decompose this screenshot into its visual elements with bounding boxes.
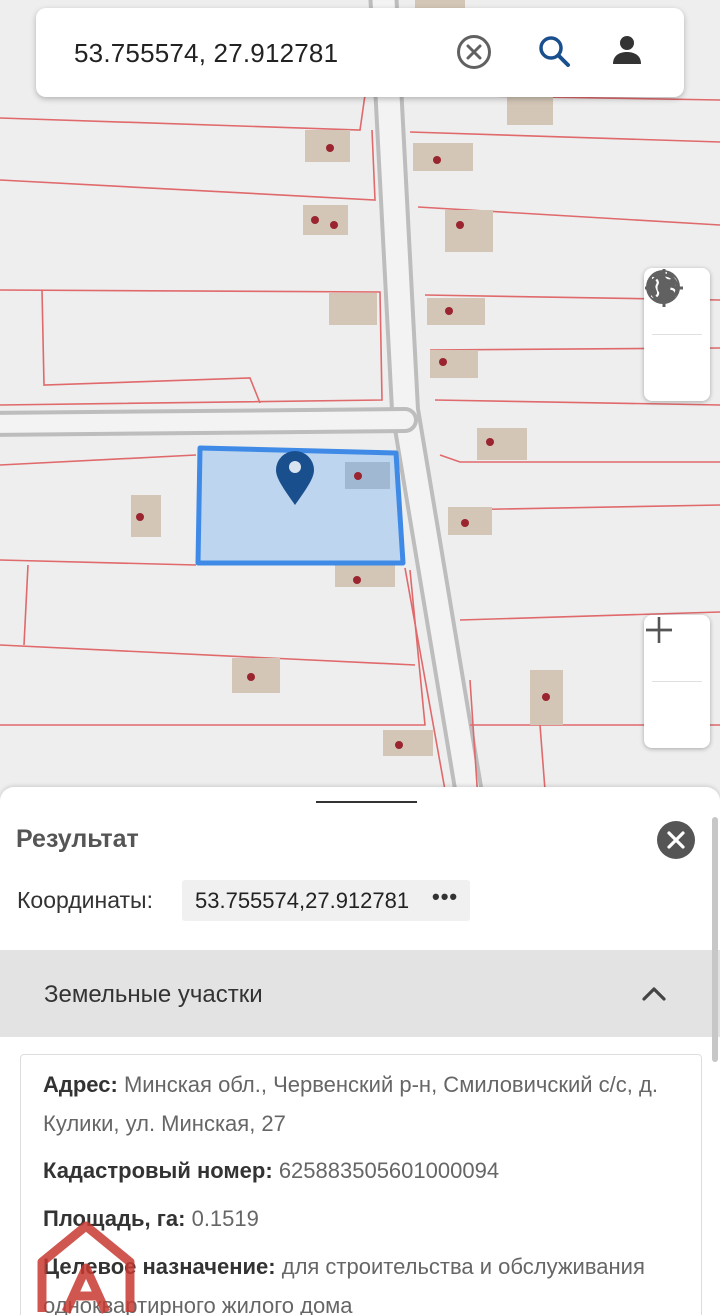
clear-circle-icon[interactable] — [456, 34, 496, 74]
search-icon[interactable] — [537, 34, 577, 74]
address-label: Адрес: — [43, 1072, 118, 1097]
zoom-controls — [644, 615, 710, 748]
cadastral-label: Кадастровый номер: — [43, 1158, 273, 1183]
parcel-boundaries — [0, 94, 720, 800]
address-row: Адрес: Минская обл., Червенский р-н, Сми… — [43, 1065, 683, 1143]
close-icon[interactable] — [657, 821, 695, 859]
person-icon[interactable] — [611, 34, 651, 74]
cadastral-row: Кадастровый номер: 625883505601000094 — [43, 1151, 683, 1190]
buildings — [131, 0, 563, 756]
scrollbar[interactable] — [712, 817, 718, 1062]
result-title: Результат — [16, 825, 139, 853]
area-value: 0.1519 — [191, 1206, 259, 1231]
chevron-up-icon[interactable] — [640, 980, 668, 1008]
purpose-row: Целевое назначение: для строительства и … — [43, 1247, 683, 1315]
search-input[interactable]: 53.755574, 27.912781 — [74, 38, 338, 69]
my-location-icon[interactable] — [644, 269, 710, 401]
coords-label: Координаты: — [17, 887, 153, 913]
section-title: Земельные участки — [44, 981, 263, 1008]
map-tools-group — [644, 268, 710, 401]
coords-value: 53.755574,27.912781 — [195, 888, 410, 913]
cadastral-value: 625883505601000094 — [278, 1158, 500, 1183]
coords-more-button[interactable]: ••• — [432, 884, 458, 910]
search-bar: 53.755574, 27.912781 — [36, 8, 684, 97]
map-canvas[interactable]: 53.755574, 27.912781 — [0, 0, 720, 800]
minus-icon[interactable] — [644, 628, 710, 748]
land-plots-section-header[interactable]: Земельные участки — [0, 950, 720, 1037]
sheet-drag-handle[interactable] — [316, 801, 417, 803]
house-logo-icon — [37, 1221, 135, 1314]
coords-chip[interactable]: 53.755574,27.912781 ••• — [182, 880, 470, 921]
map-layer — [0, 0, 720, 800]
address-value: Минская обл., Червенский р-н, Смиловичск… — [43, 1072, 658, 1136]
area-row: Площадь, га: 0.1519 — [43, 1199, 683, 1238]
